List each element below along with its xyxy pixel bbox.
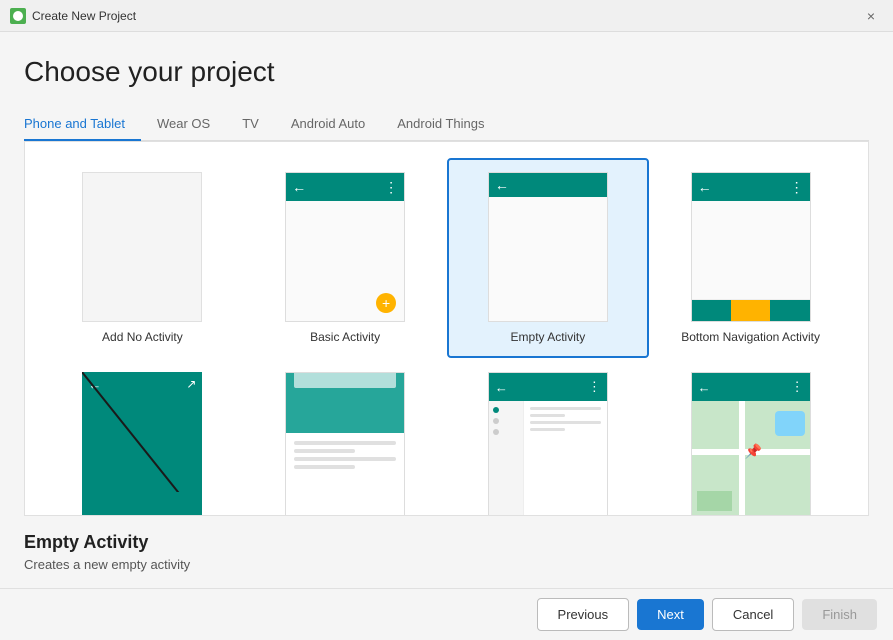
map-back-icon: ←	[698, 380, 711, 395]
bottom-nav-item-1	[692, 300, 731, 321]
line-3	[294, 457, 396, 461]
no-activity-thumbnail	[82, 172, 202, 322]
activity-no-activity[interactable]: Add No Activity	[41, 158, 244, 358]
next-button[interactable]: Next	[637, 599, 704, 630]
settings-thumbnail: ← ⋮	[488, 372, 608, 516]
map-thumbnail: ← ⋮ 📌	[691, 372, 811, 516]
sidebar-dot-1	[493, 407, 499, 413]
map-park	[697, 491, 732, 511]
settings-line-1	[530, 407, 601, 410]
settings-line-2	[530, 414, 566, 417]
bottom-nav-item-3	[770, 300, 809, 321]
scrolling-card	[294, 372, 396, 388]
page-title: Choose your project	[24, 56, 869, 88]
menu-icon2: ⋮	[790, 179, 804, 196]
back-arrow-icon: ←	[292, 179, 306, 195]
tab-wear-os[interactable]: Wear OS	[141, 108, 226, 141]
activity-bottom-nav[interactable]: ← ⋮ Bottom Navigation Activity	[649, 158, 852, 358]
sidebar-dot-2	[493, 418, 499, 424]
settings-line-4	[530, 428, 566, 431]
empty-activity-label: Empty Activity	[511, 330, 586, 344]
tab-android-things[interactable]: Android Things	[381, 108, 500, 141]
back-arrow-icon3: ←	[698, 179, 712, 195]
map-pin-icon: 📌	[745, 443, 762, 460]
info-panel: Empty Activity Creates a new empty activ…	[0, 516, 893, 588]
fab-icon: +	[376, 293, 396, 313]
footer: Previous Next Cancel Finish	[0, 588, 893, 640]
main-content: Choose your project Phone and Tablet Wea…	[0, 32, 893, 516]
menu-icon: ⋮	[384, 179, 398, 196]
line-1	[294, 441, 396, 445]
empty-activity-body	[489, 197, 607, 321]
scrolling-header-area	[286, 373, 404, 433]
finish-button: Finish	[802, 599, 877, 630]
close-button[interactable]: ×	[859, 4, 883, 28]
no-activity-label: Add No Activity	[102, 330, 183, 344]
previous-button[interactable]: Previous	[537, 598, 630, 631]
bottom-nav-bar	[692, 299, 810, 321]
settings-line-3	[530, 421, 601, 424]
activity-basic-activity[interactable]: ← ⋮ + Basic Activity	[244, 158, 447, 358]
tab-android-auto[interactable]: Android Auto	[275, 108, 381, 141]
scrolling-thumbnail	[285, 372, 405, 516]
tabs-container: Phone and Tablet Wear OS TV Android Auto…	[24, 108, 869, 141]
bottom-nav-thumbnail: ← ⋮	[691, 172, 811, 322]
line-4	[294, 465, 355, 469]
activity-scrolling[interactable]: Scrolling Activity	[244, 358, 447, 516]
settings-header-bar: ← ⋮	[489, 373, 607, 401]
settings-body-area	[489, 401, 607, 516]
tab-phone-tablet[interactable]: Phone and Tablet	[24, 108, 141, 141]
activity-maps[interactable]: ← ⋮ 📌 Maps Activity	[649, 358, 852, 516]
cancel-button[interactable]: Cancel	[712, 598, 794, 631]
back-arrow-icon2: ←	[495, 177, 509, 193]
settings-menu-icon: ⋮	[588, 379, 601, 395]
tab-tv[interactable]: TV	[226, 108, 275, 141]
title-bar: Create New Project ×	[0, 0, 893, 32]
selected-activity-description: Creates a new empty activity	[24, 557, 869, 572]
map-water	[775, 411, 805, 436]
diagonal-svg	[82, 372, 202, 492]
fullscreen-thumbnail: ← ↗	[82, 372, 202, 516]
activity-empty-activity[interactable]: ← Empty Activity	[447, 158, 650, 358]
settings-main-area	[524, 401, 607, 516]
basic-activity-thumbnail: ← ⋮ +	[285, 172, 405, 322]
line-2	[294, 449, 355, 453]
settings-back-icon: ←	[495, 380, 508, 395]
settings-sidebar	[489, 401, 524, 516]
empty-activity-thumbnail: ←	[488, 172, 608, 322]
selected-activity-title: Empty Activity	[24, 532, 869, 553]
basic-activity-label: Basic Activity	[310, 330, 380, 344]
sidebar-dot-3	[493, 429, 499, 435]
app-icon	[10, 8, 26, 24]
map-header-bar: ← ⋮	[692, 373, 810, 401]
bottom-nav-label: Bottom Navigation Activity	[681, 330, 820, 344]
activity-grid: Add No Activity ← ⋮ + Basic Activity ←	[24, 141, 869, 516]
bottom-nav-item-2	[731, 300, 770, 321]
activity-fullscreen[interactable]: ← ↗ Fullscreen Activity	[41, 358, 244, 516]
scrolling-lines-area	[286, 433, 404, 481]
map-body-area: 📌	[692, 401, 810, 516]
map-menu-icon: ⋮	[791, 379, 804, 395]
activity-settings[interactable]: ← ⋮ Settings Ac	[447, 358, 650, 516]
title-bar-text: Create New Project	[32, 9, 859, 23]
